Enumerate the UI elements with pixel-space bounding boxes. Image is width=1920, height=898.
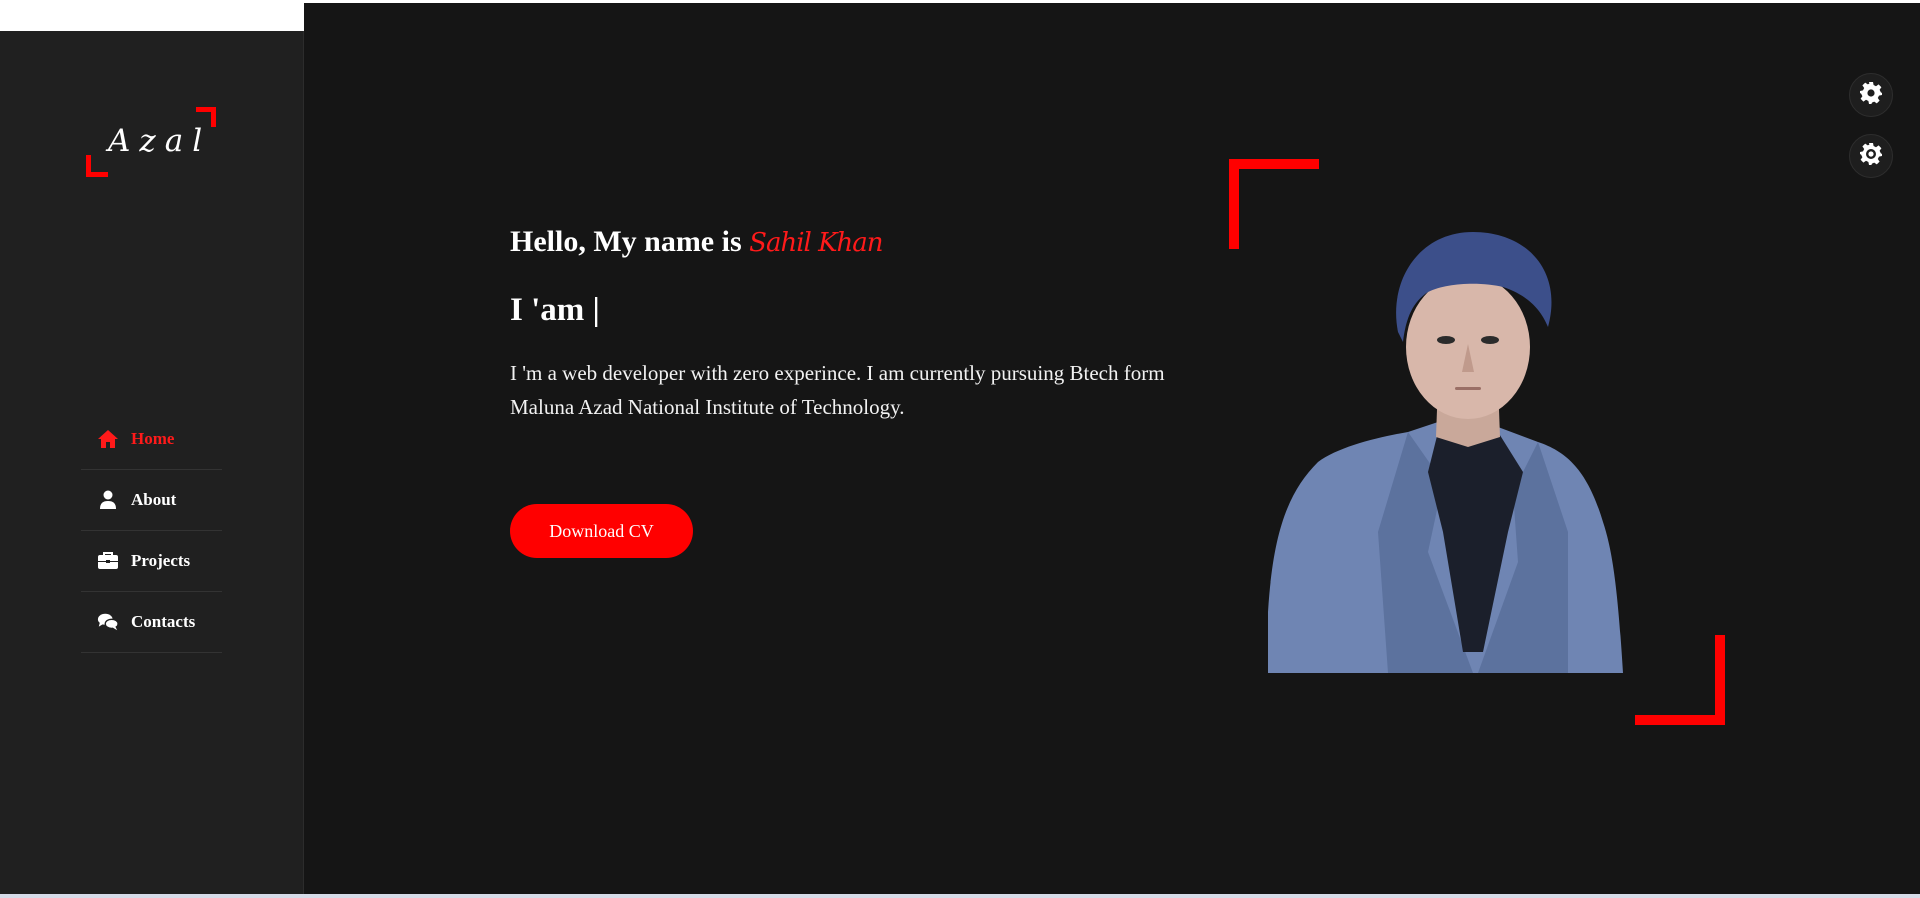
profile-photo <box>1268 232 1623 673</box>
sidebar-item-contacts[interactable]: Contacts <box>81 592 222 653</box>
hero-bio: I 'm a web developer with zero experince… <box>510 361 1165 419</box>
greeting-prefix: Hello, My name is <box>510 225 750 258</box>
sun-gear-icon <box>1859 142 1883 171</box>
gear-icon <box>1859 81 1883 110</box>
briefcase-icon <box>97 551 119 571</box>
sidebar-item-about[interactable]: About <box>81 470 222 531</box>
sidebar-item-projects[interactable]: Projects <box>81 531 222 592</box>
settings-button[interactable] <box>1849 73 1893 117</box>
hero-role: I 'am | <box>510 292 600 328</box>
hero-name: Sahil Khan <box>749 228 883 258</box>
logo-text: Azal <box>108 123 212 159</box>
sidebar-item-label: About <box>131 490 177 509</box>
sidebar-item-label: Projects <box>131 551 191 570</box>
sidebar-item-label: Contacts <box>131 612 196 631</box>
page: Azal Home About Projects Contacts Hello,… <box>0 0 1920 898</box>
top-strip <box>0 0 303 31</box>
comments-icon <box>97 612 119 632</box>
home-icon <box>97 429 119 449</box>
sidebar-item-home[interactable]: Home <box>81 409 222 470</box>
hero-greeting: Hello, My name is Sahil Khan <box>510 225 884 259</box>
sidebar-nav: Home About Projects Contacts <box>81 409 222 653</box>
download-cv-button[interactable]: Download CV <box>510 504 693 558</box>
sidebar-item-label: Home <box>131 429 175 448</box>
logo[interactable]: Azal <box>86 77 216 177</box>
logo-corner-bottom-left <box>86 155 108 177</box>
bottom-line <box>0 894 1920 898</box>
theme-toggle-button[interactable] <box>1849 134 1893 178</box>
user-icon <box>97 490 119 510</box>
sidebar: Azal Home About Projects Contacts <box>0 31 304 894</box>
